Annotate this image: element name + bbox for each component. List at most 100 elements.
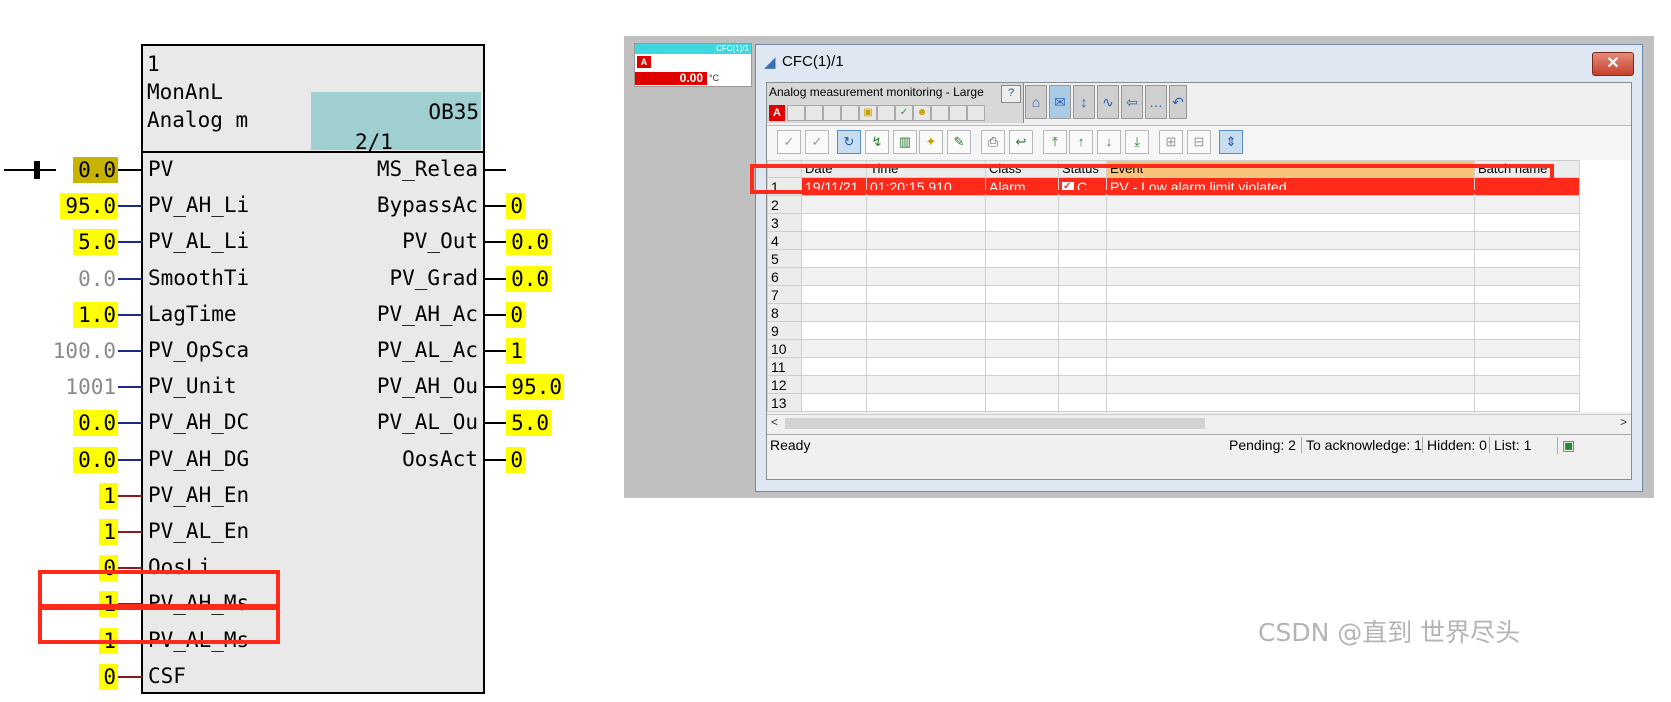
table-row[interactable]: 12 (767, 375, 1580, 394)
input-wire (118, 277, 142, 280)
output-value-pv-out[interactable]: 0.0 (506, 229, 551, 256)
input-pin-smoothti: SmoothTi (148, 265, 250, 290)
table-cell (801, 303, 867, 322)
table-cell (801, 231, 867, 250)
table-cell (801, 213, 867, 232)
input-value-pv-ah-dg[interactable]: 0.0 (73, 446, 118, 473)
select-icon[interactable]: ↯ (865, 130, 889, 154)
table-cell (801, 393, 867, 412)
input-wire (118, 567, 142, 570)
table-cell (985, 357, 1059, 376)
table-cell (1058, 249, 1107, 268)
table-cell (866, 303, 986, 322)
horizontal-scrollbar[interactable]: < > (767, 414, 1631, 432)
block-icon[interactable]: CFC(1)/1 A 0.00 °C (634, 43, 752, 87)
table-cell (1474, 375, 1580, 394)
close-button[interactable]: ✕ (1592, 52, 1634, 76)
table-cell (1058, 231, 1107, 250)
loop-in-alarm-icon[interactable]: ↻ (837, 130, 861, 154)
input-value-pv-ah-dc[interactable]: 0.0 (73, 410, 118, 437)
input-value-pv-unit[interactable]: 1001 (60, 374, 118, 400)
table-cell (1106, 231, 1475, 250)
comment-icon[interactable]: ✎ (947, 130, 971, 154)
table-cell (1474, 249, 1580, 268)
input-pin-pv-ah-li: PV_AH_Li (148, 193, 250, 218)
faceplate-window[interactable]: ◢ CFC(1)/1 ✕ Analog measurement monitori… (755, 44, 1643, 492)
output-value-bypassac[interactable]: 0 (506, 193, 525, 220)
input-value-pv-al-en[interactable]: 1 (99, 519, 118, 545)
first-message-icon[interactable]: ⤒ (1043, 130, 1067, 154)
table-row[interactable]: 3 (767, 213, 1580, 232)
autoscroll-icon[interactable]: ⇕ (1219, 130, 1243, 154)
status-cell-icon (823, 105, 841, 121)
pin-undo-icon[interactable]: ↶ (1169, 85, 1187, 119)
export-icon[interactable]: ↩ (1009, 130, 1033, 154)
limit-view-icon[interactable]: ↕ (1073, 85, 1095, 119)
input-value-pv-ah-li[interactable]: 95.0 (60, 193, 118, 220)
output-value-pv-al-ac[interactable]: 1 (506, 338, 525, 364)
input-value-pv-ah-en[interactable]: 1 (99, 482, 118, 509)
table-row[interactable]: 7 (767, 285, 1580, 304)
input-value-pv-opsca[interactable]: 100.0 (47, 338, 118, 364)
output-pin-pv-al-ac: PV_AL_Ac (376, 338, 478, 362)
status-cell-icon (967, 105, 985, 121)
table-row[interactable]: 11 (767, 357, 1580, 376)
print-icon[interactable]: ⎙ (981, 130, 1005, 154)
table-row[interactable]: 4 (767, 231, 1580, 250)
info-text-icon[interactable]: ✦ (919, 130, 943, 154)
status-hidden: Hidden: 0 (1422, 437, 1487, 453)
ack-single-icon[interactable]: ✓ (777, 130, 801, 154)
ack-group-icon[interactable]: ✓ (805, 130, 829, 154)
operator-icon: ☻ (913, 105, 931, 121)
table-cell (1106, 339, 1475, 358)
watermark: CSDN @直到 世界尽头 (1258, 618, 1521, 647)
view-switch-buttons: ⌂ ✉ ↕ ∿ ⇦ … ↶ (1025, 85, 1187, 119)
table-cell (1058, 375, 1107, 394)
home-view-icon[interactable]: ⌂ (1025, 85, 1047, 119)
help-icon[interactable]: ? (1001, 85, 1021, 103)
table-cell (1106, 249, 1475, 268)
sort-icon[interactable]: ⊟ (1187, 130, 1211, 154)
table-row[interactable]: 2 (767, 195, 1580, 214)
next-message-icon[interactable]: ↓ (1097, 130, 1121, 154)
input-value-csf[interactable]: 0 (99, 663, 118, 690)
output-value-oosact[interactable]: 0 (506, 446, 525, 473)
table-cell (866, 357, 986, 376)
previous-message-icon[interactable]: ↑ (1069, 130, 1093, 154)
output-pin-bypassac: BypassAc (376, 193, 478, 218)
table-row[interactable]: 9 (767, 321, 1580, 340)
table-row[interactable]: 13 (767, 393, 1580, 412)
block-icon-value: 0.00 (635, 72, 707, 85)
scroll-right-icon[interactable]: > (1620, 415, 1627, 429)
output-wire (484, 205, 506, 208)
output-value-pv-grad[interactable]: 0.0 (506, 265, 551, 292)
lock-message-icon[interactable]: ⊞ (1159, 130, 1183, 154)
output-value-pv-al-ou[interactable]: 5.0 (506, 410, 551, 437)
scroll-thumb[interactable] (785, 418, 1205, 429)
row-number: 6 (767, 267, 802, 286)
table-cell (1058, 195, 1107, 214)
table-row[interactable]: 10 (767, 339, 1580, 358)
input-value-pv-al-li[interactable]: 5.0 (73, 229, 118, 256)
parameter-view-icon[interactable]: ⇦ (1121, 85, 1143, 119)
table-cell (866, 285, 986, 304)
output-value-pv-ah-ac[interactable]: 0 (506, 301, 525, 328)
input-pin-pv-ah-dg: PV_AH_DG (148, 446, 250, 471)
table-cell (866, 267, 986, 286)
input-value-smoothti[interactable]: 0.0 (73, 266, 118, 292)
input-value-lagtime[interactable]: 1.0 (73, 301, 118, 328)
trend-view-icon[interactable]: ∿ (1097, 85, 1119, 119)
statistics-icon[interactable]: ▥ (893, 130, 917, 154)
table-row[interactable]: 6 (767, 267, 1580, 286)
table-row[interactable]: 8 (767, 303, 1580, 322)
input-pin-csf: CSF (148, 663, 186, 688)
last-message-icon[interactable]: ⤓ (1125, 130, 1149, 154)
cfc-block-diagram: 1 MonAnL Analog m OB35 2/1 0.0 PV 95.0 PV_A… (0, 0, 620, 702)
message-table: Date Time Class Status Event Batch name 1 19/1… (767, 160, 1580, 412)
table-row[interactable]: 5 (767, 249, 1580, 268)
more-views-icon[interactable]: … (1145, 85, 1167, 119)
message-view-icon[interactable]: ✉ (1049, 85, 1071, 119)
scroll-left-icon[interactable]: < (771, 415, 778, 429)
output-value-pv-ah-ou[interactable]: 95.0 (506, 374, 564, 401)
input-value-pv[interactable]: 0.0 (73, 157, 118, 183)
